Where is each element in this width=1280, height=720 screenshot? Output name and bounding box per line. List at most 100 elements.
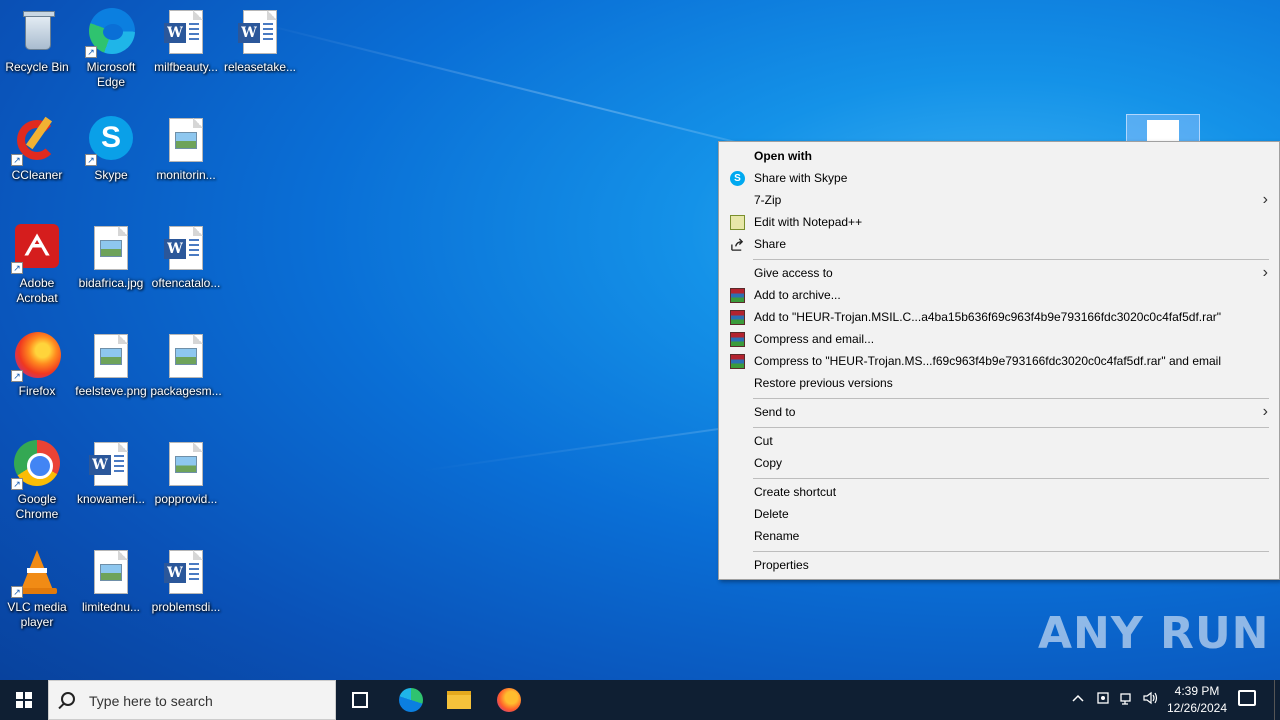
desktop-icon-word-doc[interactable]: W knowameri... (74, 440, 148, 507)
adobe-acrobat-icon: ᗅ ↗ (11, 224, 61, 274)
notepadpp-icon (730, 215, 745, 230)
firefox-icon: ↗ (11, 332, 61, 382)
menu-item-restore-versions[interactable]: Restore previous versions (720, 372, 1278, 394)
desktop-icon-word-doc[interactable]: W milfbeauty... (149, 8, 223, 75)
desktop-icon-adobe-acrobat[interactable]: ᗅ ↗ Adobe Acrobat (0, 224, 74, 306)
skype-icon: S ↗ (85, 116, 135, 166)
chrome-icon: ↗ (11, 440, 61, 490)
menu-item-share[interactable]: Share (720, 233, 1278, 255)
desktop-icon-microsoft-edge[interactable]: ↗ Microsoft Edge (74, 8, 148, 90)
menu-separator (753, 551, 1269, 552)
desktop-icon-image-file[interactable]: popprovid... (149, 440, 223, 507)
desktop-icon-word-doc[interactable]: W oftencatalo... (149, 224, 223, 291)
winrar-icon (730, 354, 745, 369)
desktop-icon-label: packagesm... (150, 384, 222, 398)
context-menu: Open with S Share with Skype 7-Zip › Edit … (718, 141, 1280, 580)
search-placeholder: Type here to search (89, 693, 213, 709)
anyrun-watermark: ANY RUN (1038, 608, 1270, 659)
menu-item-open-with[interactable]: Open with (720, 145, 1278, 167)
selected-desktop-file[interactable] (1126, 114, 1200, 144)
folder-icon (447, 691, 471, 709)
taskbar: Type here to search 4:39 PM 12/26/2024 (0, 680, 1280, 720)
image-file-icon (87, 224, 135, 272)
network-button[interactable] (1119, 690, 1135, 720)
menu-item-add-to-rar[interactable]: Add to "HEUR-Trojan.MSIL.C...a4ba15b636f… (720, 306, 1278, 328)
desktop-icon-word-doc[interactable]: W problemsdi... (149, 548, 223, 615)
ccleaner-icon: ↗ (11, 116, 61, 166)
menu-item-edit-notepadpp[interactable]: Edit with Notepad++ (720, 211, 1278, 233)
menu-item-copy[interactable]: Copy (720, 452, 1278, 474)
desktop-icon-label: Adobe Acrobat (16, 276, 58, 305)
task-view-icon (352, 692, 368, 708)
menu-item-add-to-archive[interactable]: Add to archive... (720, 284, 1278, 306)
desktop-icon-ccleaner[interactable]: ↗ CCleaner (0, 116, 74, 183)
taskbar-file-explorer[interactable] (435, 680, 483, 720)
volume-button[interactable] (1142, 690, 1160, 720)
image-file-icon (87, 332, 135, 380)
taskbar-search-box[interactable]: Type here to search (48, 680, 336, 720)
menu-separator (753, 259, 1269, 260)
desktop-icon-label: Google Chrome (15, 492, 59, 521)
word-document-icon: W (162, 224, 210, 272)
start-button[interactable] (0, 680, 48, 720)
menu-item-give-access[interactable]: Give access to › (720, 262, 1278, 284)
show-hidden-icons-button[interactable] (1070, 690, 1086, 720)
desktop-icon-label: knowameri... (76, 492, 146, 506)
chevron-right-icon: › (1262, 191, 1268, 208)
skype-icon: S (730, 171, 745, 186)
word-document-icon: W (236, 8, 284, 56)
image-file-icon (162, 116, 210, 164)
notification-center-icon[interactable] (1238, 690, 1256, 706)
taskbar-firefox[interactable] (485, 680, 533, 720)
desktop-icon-image-file[interactable]: limitednu... (74, 548, 148, 615)
word-document-icon: W (162, 8, 210, 56)
winrar-icon (730, 332, 745, 347)
desktop-icon-label: feelsteve.png (75, 384, 147, 398)
chevron-right-icon: › (1262, 264, 1268, 281)
desktop-icon-word-doc[interactable]: W releasetake... (223, 8, 297, 75)
menu-item-cut[interactable]: Cut (720, 430, 1278, 452)
windows-logo-icon (16, 692, 32, 708)
desktop-icon-label: VLC media player (7, 600, 67, 629)
taskbar-clock[interactable]: 4:39 PM 12/26/2024 (1160, 683, 1234, 717)
device-icon (1097, 692, 1109, 704)
desktop-icon-google-chrome[interactable]: ↗ Google Chrome (0, 440, 74, 522)
word-document-icon: W (87, 440, 135, 488)
menu-item-create-shortcut[interactable]: Create shortcut (720, 481, 1278, 503)
desktop-icon-firefox[interactable]: ↗ Firefox (0, 332, 74, 399)
desktop-icon-label: problemsdi... (151, 600, 221, 614)
chevron-right-icon: › (1262, 403, 1268, 420)
desktop-icon-label: Firefox (18, 384, 56, 398)
menu-separator (753, 398, 1269, 399)
desktop-icon-label: Skype (94, 168, 128, 182)
desktop-icon-vlc[interactable]: ↗ VLC media player (0, 548, 74, 630)
menu-item-7zip[interactable]: 7-Zip › (720, 189, 1278, 211)
speaker-icon (1143, 691, 1158, 705)
menu-item-share-with-skype[interactable]: S Share with Skype (720, 167, 1278, 189)
menu-item-rename[interactable]: Rename (720, 525, 1278, 547)
desktop-icon-label: CCleaner (11, 168, 63, 182)
desktop-icon-image-file[interactable]: monitorin... (149, 116, 223, 183)
desktop-icon-image-file[interactable]: packagesm... (149, 332, 223, 399)
task-view-button[interactable] (336, 680, 384, 720)
winrar-icon (730, 310, 745, 325)
desktop-icon-label: Recycle Bin (5, 60, 69, 74)
winrar-icon (730, 288, 745, 303)
desktop-icon-recycle-bin[interactable]: Recycle Bin (0, 8, 74, 75)
share-icon (731, 238, 744, 251)
menu-item-compress-to-rar-email[interactable]: Compress to "HEUR-Trojan.MS...f69c963f4b… (720, 350, 1278, 372)
menu-item-properties[interactable]: Properties (720, 554, 1278, 576)
menu-item-compress-email[interactable]: Compress and email... (720, 328, 1278, 350)
desktop-icon-image-file[interactable]: bidafrica.jpg (74, 224, 148, 291)
vlc-icon: ↗ (11, 548, 61, 598)
tray-app-icon[interactable] (1095, 690, 1111, 720)
desktop-icon-label: oftencatalo... (151, 276, 221, 290)
menu-item-delete[interactable]: Delete (720, 503, 1278, 525)
menu-item-send-to[interactable]: Send to › (720, 401, 1278, 423)
desktop-icon-skype[interactable]: S ↗ Skype (74, 116, 148, 183)
menu-separator (753, 427, 1269, 428)
taskbar-edge[interactable] (387, 680, 435, 720)
clock-date: 12/26/2024 (1166, 701, 1228, 715)
show-desktop-button[interactable] (1274, 680, 1275, 720)
desktop-icon-image-file[interactable]: feelsteve.png (74, 332, 148, 399)
